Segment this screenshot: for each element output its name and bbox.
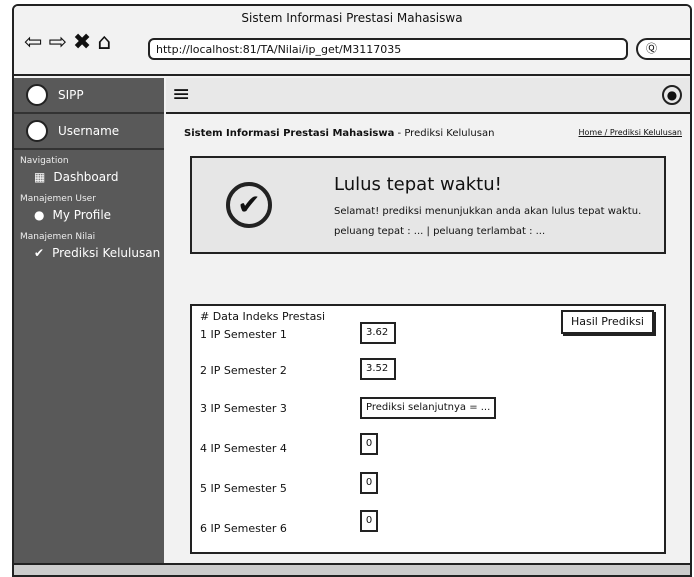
back-icon[interactable]: ⇦ [24,32,42,54]
nav-buttons: ⇦ ⇨ ✖ ⌂ [24,32,111,54]
user-menu-icon[interactable]: ● [662,85,682,105]
username-label: Username [58,124,120,138]
hamburger-menu-icon[interactable]: ≡ [172,84,190,106]
url-bar[interactable]: http://localhost:81/TA/Nilai/ip_get/M311… [148,38,628,60]
avatar [26,120,48,142]
prediction-value: Prediksi selanjutnya = ... [360,397,497,419]
panel-title: # Data Indeks Prestasi [200,310,326,323]
row-label: 6 IP Semester 6 [200,522,287,535]
dashboard-icon: ▦ [34,170,46,184]
window-title: Sistem Informasi Prestasi Mahasiswa [241,11,463,25]
page-header: Sistem Informasi Prestasi Mahasiswa - Pr… [184,128,682,139]
brand-title: Sistem Informasi Prestasi Mahasiswa [184,128,395,139]
top-bar: ≡ ● [166,78,690,114]
home-icon[interactable]: ⌂ [97,32,111,54]
section-manajemen-user: Manajemen User [20,194,96,204]
sidebar-user[interactable]: Username [14,114,164,150]
ip-value: 3.62 [360,322,396,344]
search-icon: Ⓠ [646,42,657,55]
hasil-prediksi-button[interactable]: Hasil Prediksi [560,310,654,334]
ip-value: 0 [360,510,378,532]
row-label: 1 IP Semester 1 [200,328,287,341]
row-label: 4 IP Semester 4 [200,442,287,455]
alert-probability: peluang tepat : ... | peluang terlambat … [334,226,546,237]
section-navigation: Navigation [20,156,69,166]
ip-value: 0 [360,472,378,494]
main-content: Sistem Informasi Prestasi Mahasiswa - Pr… [166,116,690,575]
check-circle-icon: ✔ [226,182,272,228]
app-name: SIPP [58,88,84,102]
row-label: 5 IP Semester 5 [200,482,287,495]
sidebar-item-label: Dashboard [53,170,119,184]
status-bar [14,563,690,575]
sidebar-item-dashboard[interactable]: ▦ Dashboard [14,166,164,188]
sidebar: SIPP Username Navigation ▦ Dashboard Man… [14,78,164,575]
forward-icon[interactable]: ⇨ [48,32,66,54]
row-label: 3 IP Semester 3 [200,402,287,415]
user-icon: ● [34,208,45,222]
sidebar-app-header[interactable]: SIPP [14,78,164,114]
logo-circle [26,84,48,106]
browser-chrome: Sistem Informasi Prestasi Mahasiswa ⇦ ⇨ … [14,6,690,76]
browser-window: Sistem Informasi Prestasi Mahasiswa ⇦ ⇨ … [12,4,692,577]
sidebar-item-label: My Profile [52,208,112,222]
prediction-alert: ✔ Lulus tepat waktu! Selamat! prediksi m… [190,156,666,254]
section-manajemen-nilai: Manajemen Nilai [20,232,96,242]
sidebar-item-prediksi[interactable]: ✔ Prediksi Kelulusan [14,242,164,264]
sidebar-item-label: Prediksi Kelulusan [52,246,161,260]
ip-data-panel: # Data Indeks Prestasi Hasil Prediksi 1 … [190,304,666,554]
row-label: 2 IP Semester 2 [200,364,287,377]
close-icon[interactable]: ✖ [73,32,91,54]
breadcrumb[interactable]: Home / Prediksi Kelulusan [579,128,683,137]
alert-title: Lulus tepat waktu! [334,174,502,195]
page-subtitle: - Prediksi Kelulusan [397,128,495,139]
alert-message: Selamat! prediksi menunjukkan anda akan … [334,206,642,217]
ip-value: 0 [360,433,378,455]
check-icon: ✔ [34,246,45,260]
sidebar-item-my-profile[interactable]: ● My Profile [14,204,164,226]
ip-value: 3.52 [360,358,396,380]
search-input[interactable]: Ⓠ [636,38,690,60]
